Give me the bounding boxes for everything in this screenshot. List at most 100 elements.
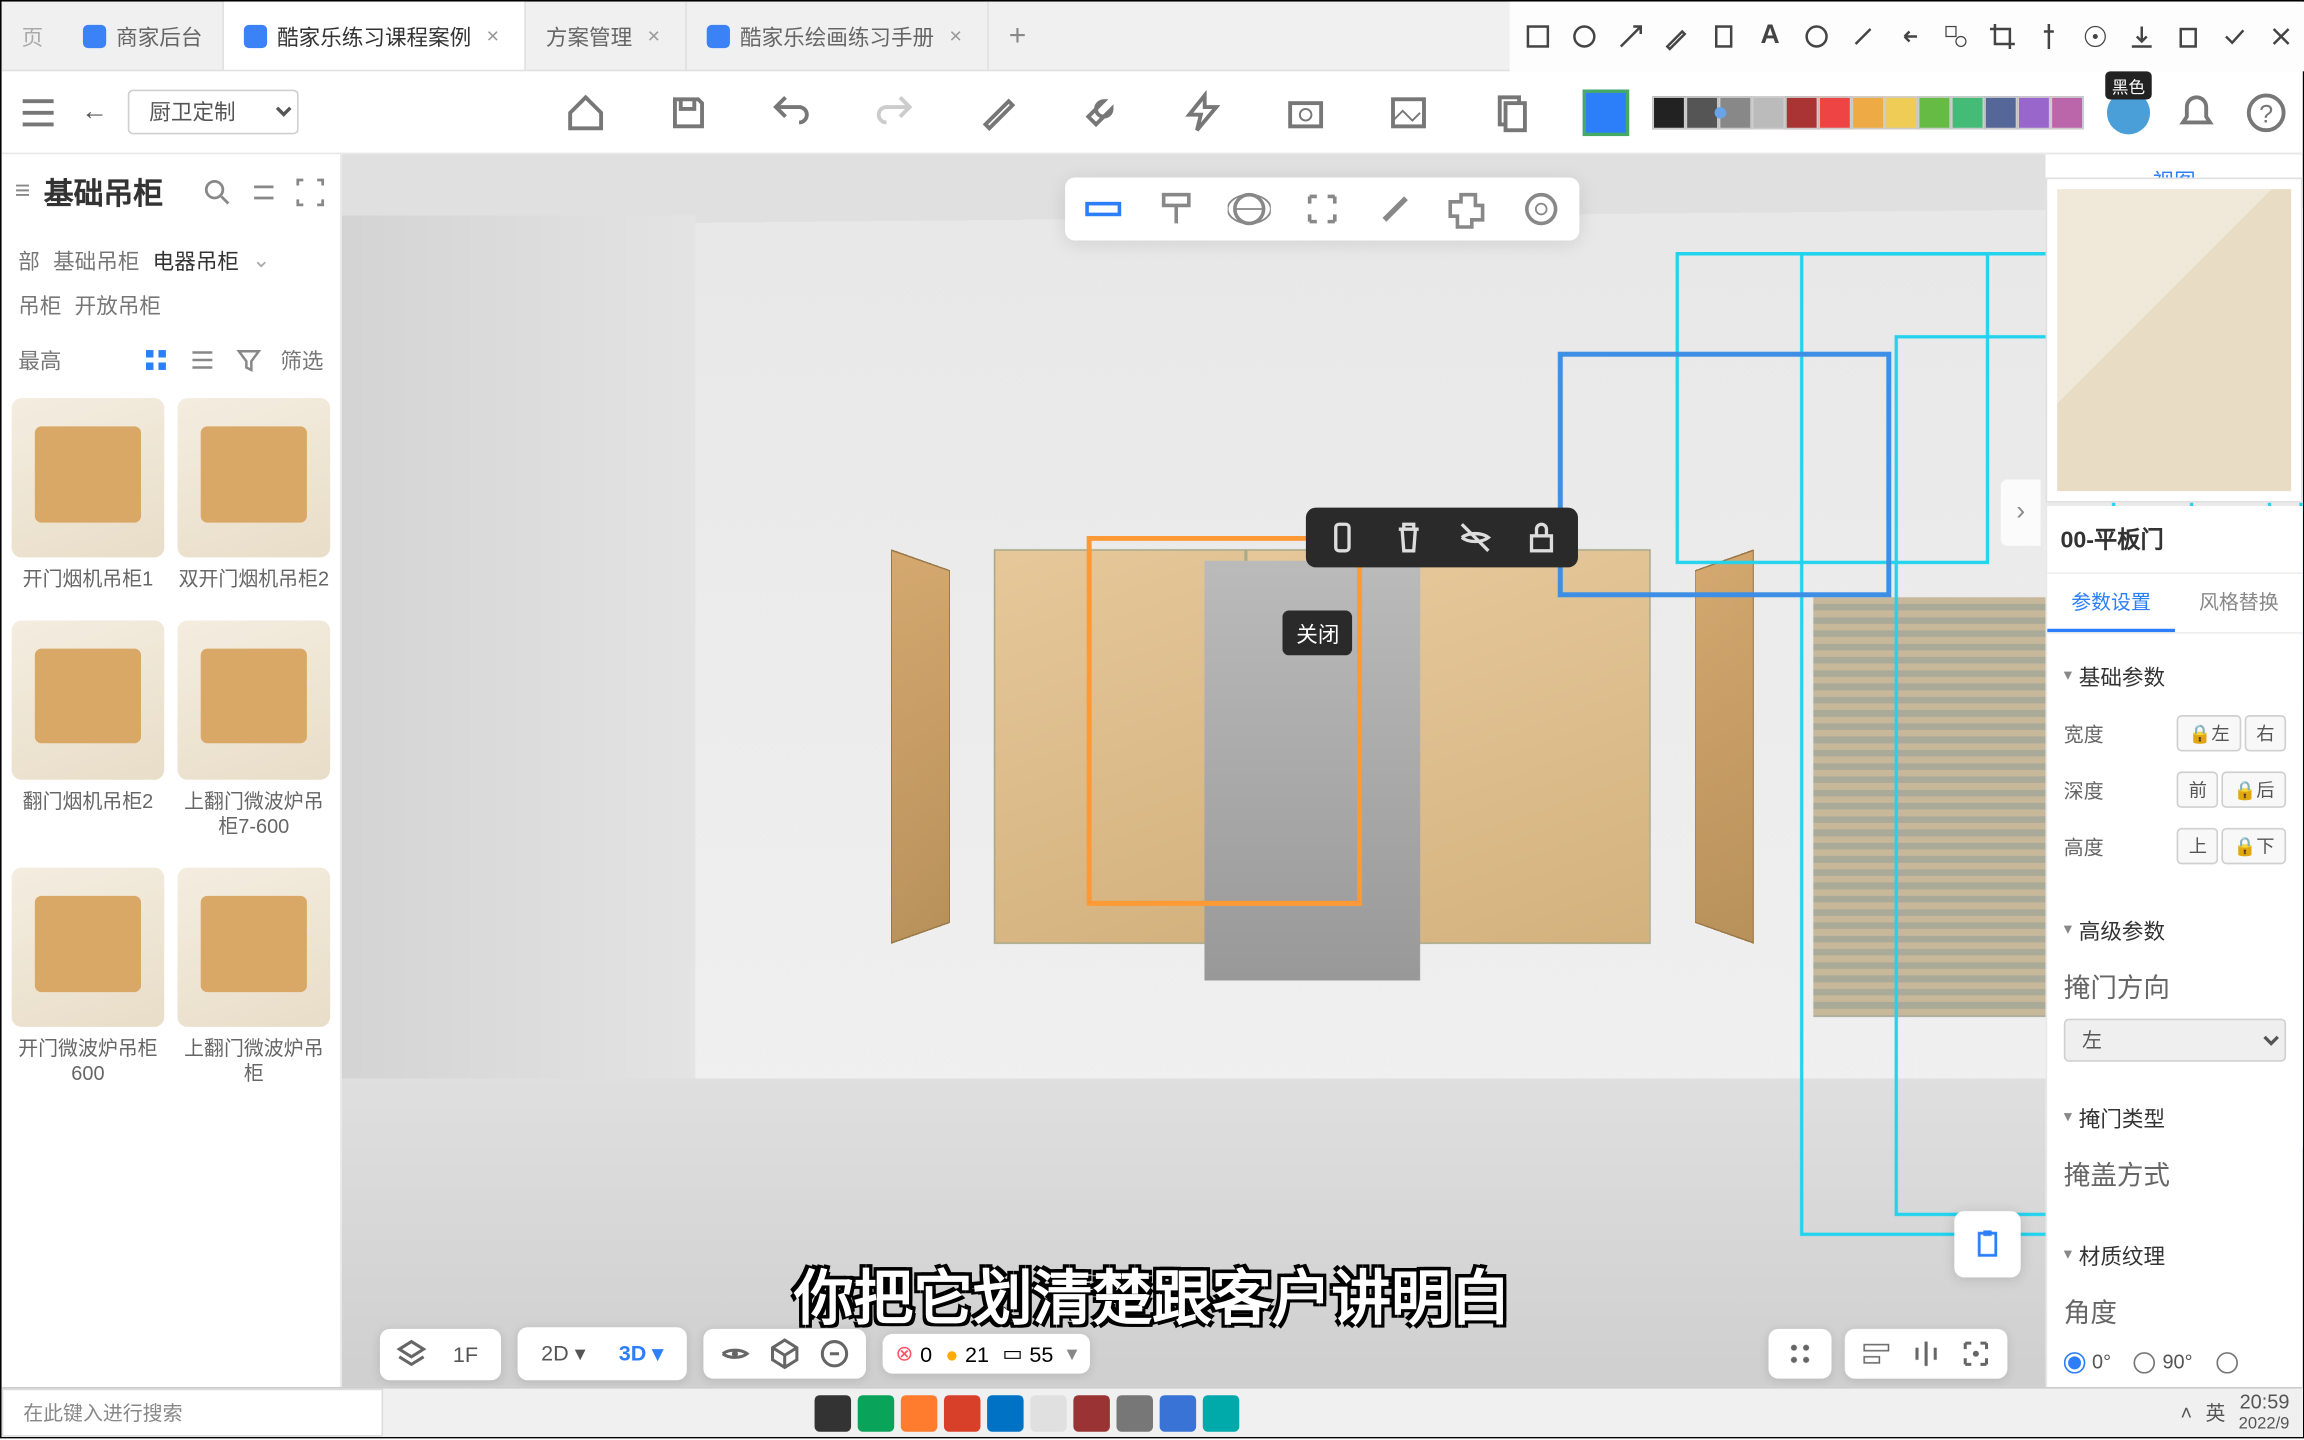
check-icon[interactable]: [2220, 22, 2250, 52]
crumb-item[interactable]: 基础吊柜: [53, 244, 139, 276]
crumb-item[interactable]: 部: [18, 244, 40, 276]
asset-item[interactable]: 上翻门微波炉吊柜: [174, 867, 333, 1108]
asset-item[interactable]: 双开门烟机吊柜2: [174, 398, 333, 613]
number-icon[interactable]: [1802, 22, 1832, 52]
wrench-icon[interactable]: [1076, 89, 1122, 135]
image-icon[interactable]: [1384, 89, 1430, 135]
app-icon[interactable]: [1160, 1394, 1196, 1430]
list-view-icon[interactable]: [187, 344, 217, 374]
asset-item[interactable]: 上翻门微波炉吊柜7-600: [174, 620, 333, 861]
taskbar-search[interactable]: 在此键入进行搜索: [2, 1389, 384, 1437]
dot-icon[interactable]: [1696, 89, 1742, 135]
sec-basic[interactable]: 基础参数: [2064, 647, 2286, 705]
hide-icon[interactable]: [1455, 517, 1495, 557]
component-count[interactable]: ▭55: [1002, 1340, 1053, 1367]
viewport-3d[interactable]: 关闭 ›: [342, 154, 2303, 1387]
anchor-left[interactable]: 🔒左: [2177, 715, 2241, 751]
floor-selector[interactable]: 1F: [443, 1335, 488, 1373]
swatch[interactable]: [1785, 95, 1818, 128]
swatch[interactable]: [1918, 95, 1951, 128]
roller-icon[interactable]: [1155, 187, 1198, 230]
user-avatar[interactable]: [2107, 90, 2150, 133]
align-icon[interactable]: [1858, 1335, 1894, 1371]
rect-icon[interactable]: [1523, 22, 1553, 52]
swatch[interactable]: [1885, 95, 1918, 128]
circle-icon[interactable]: [1569, 22, 1599, 52]
help-icon[interactable]: ?: [2243, 89, 2289, 135]
tab-plan-manage[interactable]: 方案管理×: [526, 2, 687, 70]
swatch[interactable]: [2017, 95, 2050, 128]
tab-merchant[interactable]: 商家后台: [63, 2, 224, 70]
crop-icon[interactable]: [1987, 22, 2017, 52]
close-icon[interactable]: ×: [481, 24, 504, 47]
crumb-item[interactable]: 吊柜: [18, 289, 61, 321]
layers-icon[interactable]: [393, 1335, 429, 1371]
undo-main-icon[interactable]: [767, 89, 813, 135]
target-icon[interactable]: [2080, 22, 2110, 52]
wps-icon[interactable]: [944, 1394, 980, 1430]
tab-kujiale-draw[interactable]: 酷家乐绘画练习手册×: [687, 2, 989, 70]
tab-style[interactable]: 风格替换: [2175, 574, 2303, 632]
close-anno-icon[interactable]: [2266, 22, 2296, 52]
angle-0[interactable]: 0°: [2064, 1350, 2111, 1373]
cabinet-door-left[interactable]: [891, 549, 950, 943]
shapes-icon[interactable]: [1941, 22, 1971, 52]
undo-icon[interactable]: [1895, 22, 1925, 52]
globe-icon[interactable]: [1228, 187, 1271, 230]
swatch[interactable]: [1851, 95, 1884, 128]
expand-icon[interactable]: [294, 176, 327, 209]
swatch[interactable]: [1752, 95, 1785, 128]
swatch[interactable]: [1951, 95, 1984, 128]
anchor-front[interactable]: 前: [2177, 771, 2218, 807]
app-icon[interactable]: [987, 1394, 1023, 1430]
anchor-right[interactable]: 右: [2245, 715, 2286, 751]
warning-count[interactable]: ●21: [945, 1341, 989, 1366]
tab-kujiale-course[interactable]: 酷家乐练习课程案例×: [224, 2, 526, 70]
pin-icon[interactable]: [2034, 22, 2064, 52]
filter-label[interactable]: 筛选: [280, 343, 323, 375]
mirror-icon[interactable]: [1908, 1335, 1944, 1371]
anchor-bottom[interactable]: 🔒下: [2222, 828, 2286, 864]
home-icon[interactable]: [562, 89, 608, 135]
tray-chevron[interactable]: ˄: [2181, 1401, 2193, 1424]
eraser-tool-icon[interactable]: [973, 89, 1019, 135]
close-icon[interactable]: ×: [642, 24, 665, 47]
search-icon[interactable]: [201, 176, 234, 209]
angle-more[interactable]: [2216, 1350, 2238, 1373]
view-3d[interactable]: 3D ▾: [609, 1334, 673, 1374]
error-count[interactable]: ⊗0: [895, 1340, 932, 1367]
sec-advanced[interactable]: 高级参数: [2064, 901, 2286, 959]
asset-item[interactable]: 开门烟机吊柜1: [8, 398, 167, 613]
sort-label[interactable]: 最高: [18, 343, 61, 375]
door-direction-select[interactable]: 左: [2064, 1019, 2286, 1062]
text-icon[interactable]: A: [1755, 22, 1785, 52]
anchor-back[interactable]: 🔒后: [2222, 771, 2286, 807]
new-tab-button[interactable]: +: [989, 18, 1046, 53]
menu-icon[interactable]: [15, 89, 61, 135]
app-icon[interactable]: [1203, 1394, 1239, 1430]
style-icon[interactable]: [1374, 187, 1417, 230]
chevron-down-icon[interactable]: ⌄: [252, 246, 270, 273]
lock-icon[interactable]: [1522, 517, 1562, 557]
camera-icon[interactable]: [1282, 89, 1328, 135]
asset-item[interactable]: 开门微波炉吊柜600: [8, 867, 167, 1108]
close-icon[interactable]: ×: [944, 24, 967, 47]
adjust-icon[interactable]: [247, 176, 280, 209]
puzzle-icon[interactable]: [1447, 187, 1490, 230]
disc-icon[interactable]: [1520, 187, 1563, 230]
cabinet-shelf[interactable]: [1398, 549, 1650, 943]
arrow-icon[interactable]: [1616, 22, 1646, 52]
task-icon[interactable]: [815, 1394, 851, 1430]
grid-view-icon[interactable]: [141, 344, 171, 374]
clipboard-button[interactable]: [1954, 1211, 2020, 1277]
trash-icon[interactable]: [1389, 517, 1429, 557]
sec-door-type[interactable]: 掩门类型: [2064, 1088, 2286, 1146]
bolt-icon[interactable]: [1179, 89, 1225, 135]
tape-icon[interactable]: [1082, 187, 1125, 230]
wechat-icon[interactable]: [858, 1394, 894, 1430]
save-icon[interactable]: [664, 89, 710, 135]
ime-indicator[interactable]: 英: [2205, 1399, 2225, 1427]
panel-collapse-button[interactable]: ›: [2001, 479, 2041, 545]
swatch[interactable]: [1818, 95, 1851, 128]
focus-icon[interactable]: [1958, 1335, 1994, 1371]
